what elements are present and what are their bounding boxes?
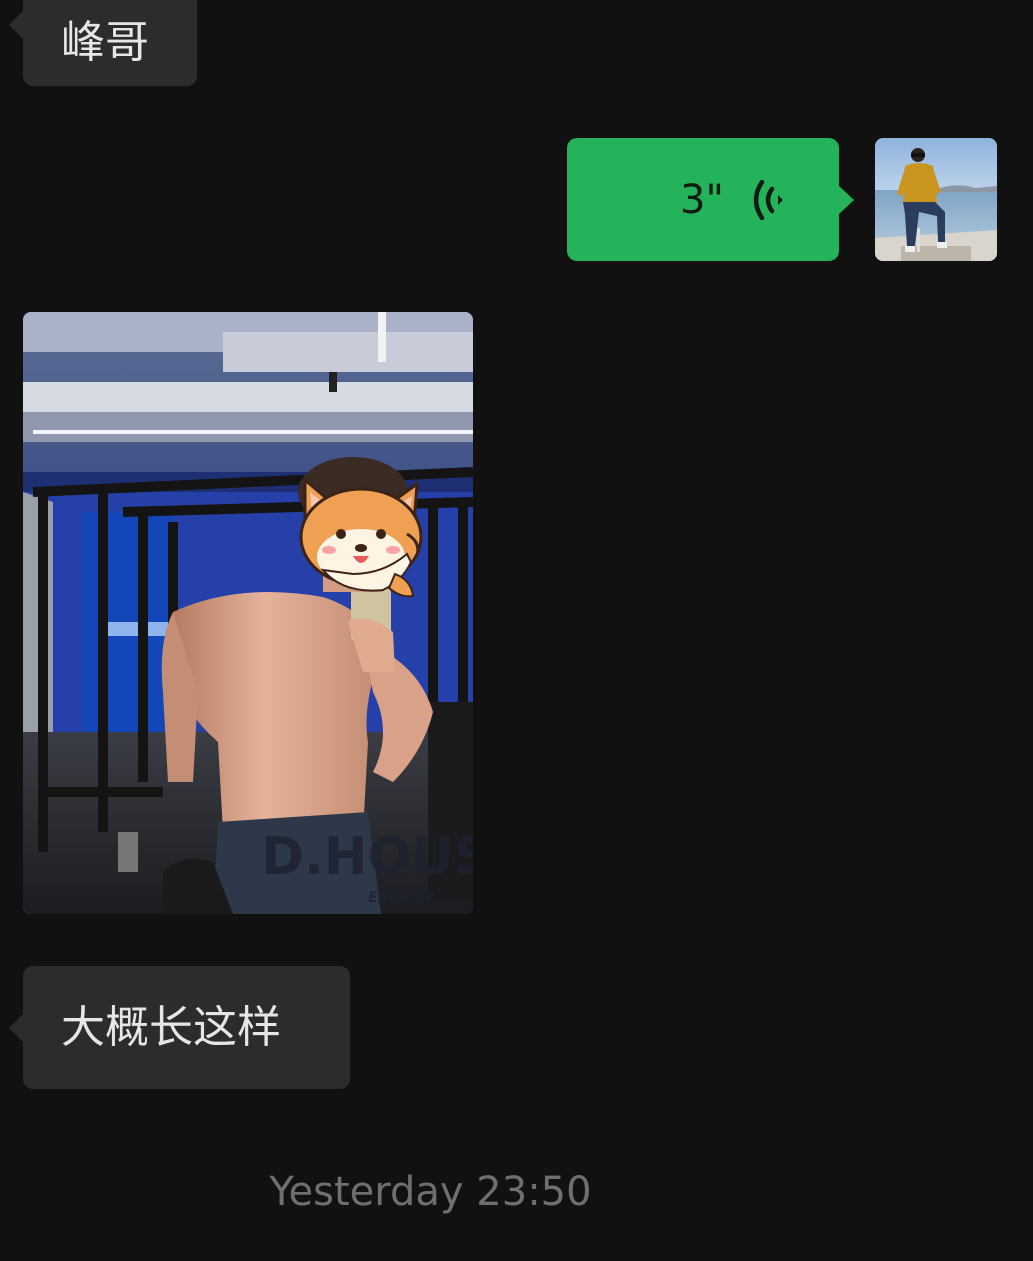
voice-wave-icon	[753, 179, 783, 221]
incoming-message-bubble[interactable]: 大概长这样	[9, 966, 350, 1089]
gym-selfie-image: D.HOUS ERED BY	[23, 312, 473, 914]
photo-message[interactable]: D.HOUS ERED BY	[23, 312, 473, 914]
watermark-subtext: ERED BY	[368, 890, 436, 906]
incoming-message-bubble[interactable]: 峰哥	[9, 0, 197, 86]
timestamp: Yesterday 23:50	[269, 1169, 592, 1215]
message-text: 大概长这样	[61, 1001, 281, 1053]
avatar[interactable]	[875, 138, 997, 261]
message-text: 峰哥	[61, 17, 149, 68]
voice-duration: 3"	[680, 177, 724, 223]
voice-message-bubble[interactable]: 3"	[567, 138, 854, 261]
watermark-text: D.HOUS	[261, 827, 473, 887]
avatar-photo	[875, 138, 997, 261]
